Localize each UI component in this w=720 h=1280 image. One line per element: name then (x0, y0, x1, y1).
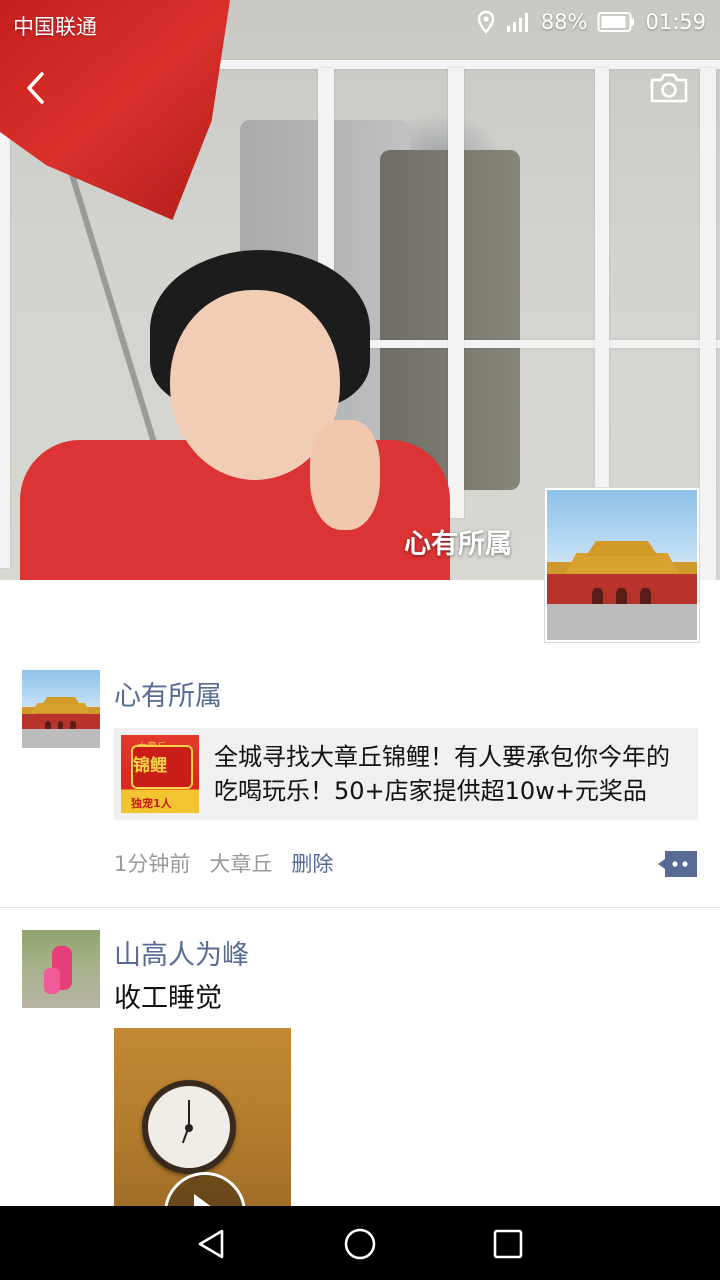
carrier-label: 中国联通 (13, 15, 97, 39)
post-author-name[interactable]: 心有所属 (114, 674, 222, 713)
post-time: 1分钟前 (114, 852, 191, 876)
battery-percentage: 88% (540, 10, 588, 34)
avatar-figure (44, 968, 60, 994)
clock-time: 01:59 (645, 10, 706, 34)
post-location[interactable]: 大章丘 (209, 848, 272, 878)
play-icon (194, 1194, 214, 1208)
palace-image (547, 490, 697, 640)
shared-link-title: 全城寻找大章丘锦鲤！有人要承包你今年的吃喝玩乐！50+店家提供超10w+元奖品 (214, 743, 670, 805)
thumb-main-text: 锦鲤 (133, 756, 167, 776)
circle-home-icon (344, 1228, 376, 1260)
location-icon (477, 10, 494, 34)
navigation-bar (0, 1206, 720, 1280)
profile-avatar[interactable] (544, 487, 700, 643)
chevron-left-icon (27, 72, 44, 104)
signal-icon (506, 13, 528, 32)
wall-clock (142, 1080, 236, 1174)
comment-button[interactable] (657, 849, 699, 879)
delete-button[interactable]: 删除 (291, 848, 333, 878)
post-meta: 1分钟前 大章丘 删除 (114, 848, 333, 878)
thumb-bottom-text: 独宠1人 (131, 797, 172, 810)
post-author-avatar[interactable] (22, 670, 100, 748)
fence-rail (700, 68, 716, 580)
fence-rail (0, 68, 10, 568)
comment-icon (658, 851, 697, 877)
shared-link-card[interactable]: 大章丘 锦鲤 独宠1人 全城寻找大章丘锦鲤！有人要承包你今年的吃喝玩乐！50+店… (114, 728, 698, 820)
cover-user-name: 心有所属 (404, 529, 512, 560)
post-divider (0, 907, 720, 908)
fence-rail (448, 68, 464, 518)
fence-rail (595, 68, 609, 488)
shared-link-thumbnail: 大章丘 锦鲤 独宠1人 (121, 735, 199, 813)
nav-recents-button[interactable] (490, 1226, 526, 1262)
square-recents-icon (493, 1229, 523, 1259)
post-author-avatar[interactable] (22, 930, 100, 1008)
status-bar: 中国联通 88% 01:59 (0, 0, 720, 44)
palace-image (22, 670, 100, 748)
back-button[interactable] (20, 68, 54, 108)
camera-button[interactable] (648, 70, 690, 106)
nav-home-button[interactable] (342, 1226, 378, 1262)
triangle-back-icon (198, 1229, 224, 1259)
battery-icon (597, 12, 635, 32)
victory-hand (310, 420, 380, 530)
video-thumbnail[interactable] (114, 1028, 291, 1208)
post-text: 收工睡觉 (114, 983, 222, 1014)
play-button[interactable] (164, 1172, 246, 1208)
post-author-name[interactable]: 山高人为峰 (114, 933, 249, 972)
camera-icon (650, 73, 688, 103)
nav-back-button[interactable] (194, 1226, 230, 1262)
